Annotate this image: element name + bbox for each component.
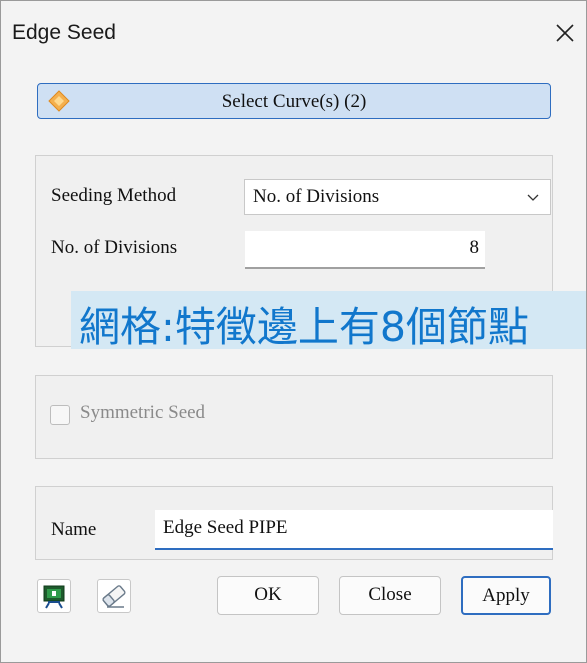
- eraser-icon: [98, 585, 130, 616]
- seeding-method-label: Seeding Method: [51, 185, 177, 206]
- seeding-method-value: No. of Divisions: [253, 186, 380, 207]
- chevron-down-icon: [526, 191, 540, 205]
- select-curves-label: Select Curve(s) (2): [221, 91, 367, 112]
- divisions-value: 8: [469, 237, 480, 258]
- edge-seed-dialog: Edge Seed Select Curve(s) (2) Seeding Me…: [0, 0, 587, 663]
- apply-button[interactable]: Apply: [461, 576, 551, 615]
- name-input[interactable]: Edge Seed PIPE: [155, 510, 553, 550]
- close-icon[interactable]: [547, 15, 583, 51]
- preview-button[interactable]: [37, 579, 71, 613]
- title-bar: Edge Seed: [1, 1, 586, 65]
- ok-button[interactable]: OK: [217, 576, 319, 615]
- symmetric-seed-label: Symmetric Seed: [80, 402, 206, 423]
- divisions-label: No. of Divisions: [51, 237, 178, 258]
- divisions-input[interactable]: 8: [245, 231, 485, 269]
- symmetric-seed-checkbox[interactable]: [50, 405, 70, 425]
- close-button[interactable]: Close: [339, 576, 441, 615]
- eraser-button[interactable]: [97, 579, 131, 613]
- name-label: Name: [51, 519, 97, 540]
- preview-icon: [38, 585, 70, 616]
- caption-overlay: 網格:特徵邊上有8個節點: [71, 291, 586, 349]
- window-title: Edge Seed: [12, 21, 116, 44]
- seeding-method-select[interactable]: No. of Divisions: [244, 179, 551, 215]
- select-curves-button[interactable]: Select Curve(s) (2): [37, 83, 551, 119]
- name-value: Edge Seed PIPE: [163, 517, 288, 538]
- caption-text: 網格:特徵邊上有8個節點: [79, 303, 529, 349]
